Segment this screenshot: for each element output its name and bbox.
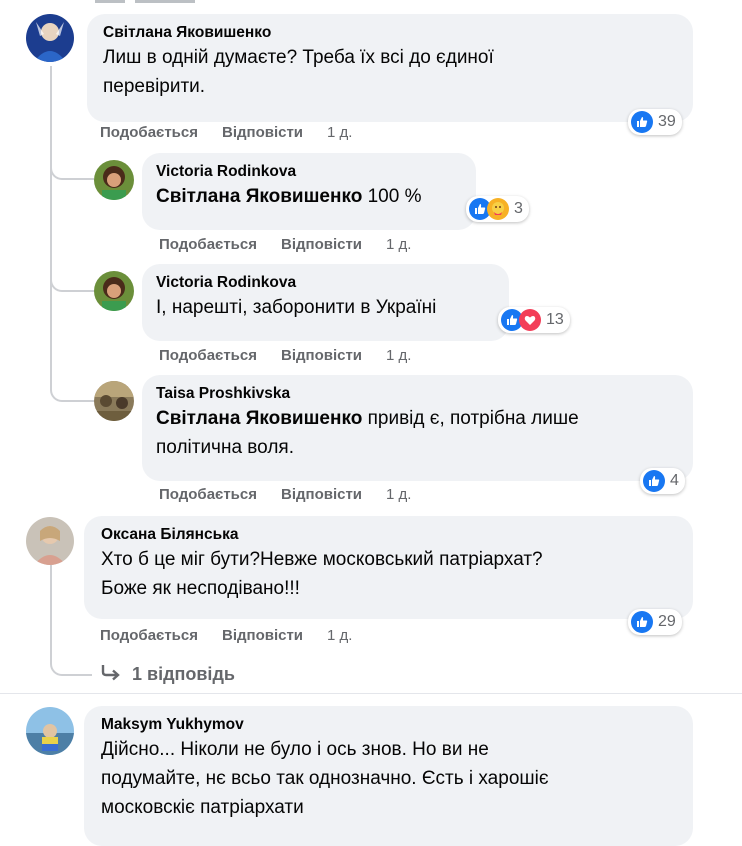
comment-bubble: Maksym Yukhymov Дійсно... Ніколи не було… bbox=[84, 706, 693, 846]
comment-bubble: Taisa Proshkivska Світлана Яковишенко пр… bbox=[142, 375, 693, 481]
reply-link[interactable]: Відповісти bbox=[281, 346, 362, 366]
like-link[interactable]: Подобається bbox=[100, 123, 198, 143]
timestamp[interactable]: 1 д. bbox=[386, 346, 411, 366]
reaction-summary[interactable]: 4 bbox=[640, 468, 685, 494]
thread-connector bbox=[50, 620, 92, 676]
comment-text: Дійсно... Ніколи не було і ось знов. Но … bbox=[101, 739, 489, 760]
avatar[interactable] bbox=[26, 707, 74, 755]
reply-arrow-icon bbox=[100, 663, 122, 686]
reaction-count: 39 bbox=[658, 113, 676, 130]
reply-link[interactable]: Відповісти bbox=[222, 626, 303, 646]
top-remnant bbox=[95, 0, 195, 4]
reaction-count: 3 bbox=[514, 200, 523, 217]
reply-link[interactable]: Відповісти bbox=[281, 235, 362, 255]
avatar[interactable] bbox=[94, 381, 134, 421]
timestamp[interactable]: 1 д. bbox=[386, 485, 411, 505]
comment-bubble: Victoria Rodinkova І, нарешті, заборонит… bbox=[142, 264, 509, 341]
like-link[interactable]: Подобається bbox=[159, 346, 257, 366]
reply-link[interactable]: Відповісти bbox=[281, 485, 362, 505]
comment-author[interactable]: Світлана Яковишенко bbox=[103, 23, 679, 43]
comment-author[interactable]: Victoria Rodinkova bbox=[156, 273, 495, 293]
comment-text: подумайте, нє всьо так однозначно. Єсть … bbox=[101, 768, 549, 789]
comment-actions: Подобається Відповісти 1 д. bbox=[159, 346, 411, 366]
reaction-count: 13 bbox=[546, 311, 564, 328]
comment-text: І, нарешті, заборонити в Україні bbox=[156, 297, 437, 318]
avatar[interactable] bbox=[94, 271, 134, 311]
comment-text: Боже як несподівано!!! bbox=[101, 578, 300, 599]
comment-text: Лиш в одній думаєте? Треба їх всі до єди… bbox=[103, 47, 494, 68]
avatar[interactable] bbox=[94, 160, 134, 200]
divider bbox=[0, 693, 742, 694]
comment-bubble: Світлана Яковишенко Лиш в одній думаєте?… bbox=[87, 14, 693, 122]
like-link[interactable]: Подобається bbox=[100, 626, 198, 646]
thread-connector bbox=[50, 180, 94, 292]
avatar[interactable] bbox=[26, 517, 74, 565]
timestamp[interactable]: 1 д. bbox=[386, 235, 411, 255]
comment-author[interactable]: Maksym Yukhymov bbox=[101, 715, 679, 735]
comment-actions: Подобається Відповісти 1 д. bbox=[100, 123, 352, 143]
mention-link[interactable]: Світлана Яковишенко bbox=[156, 408, 362, 429]
comment-bubble: Victoria Rodinkova Світлана Яковишенко 1… bbox=[142, 153, 476, 230]
comment-text: московскіє патріархати bbox=[101, 797, 304, 818]
comment-text: Світлана Яковишенко 100 % bbox=[156, 186, 422, 207]
comment-author[interactable]: Victoria Rodinkova bbox=[156, 162, 462, 182]
thread-connector bbox=[50, 292, 94, 402]
comment-actions: Подобається Відповісти 1 д. bbox=[159, 485, 411, 505]
comment-actions: Подобається Відповісти 1 д. bbox=[159, 235, 411, 255]
care-reaction-icon bbox=[487, 198, 509, 220]
like-reaction-icon bbox=[643, 470, 665, 492]
comment-text: Світлана Яковишенко привід є, потрібна л… bbox=[156, 408, 579, 429]
timestamp[interactable]: 1 д. bbox=[327, 123, 352, 143]
reaction-summary[interactable]: 29 bbox=[628, 609, 682, 635]
like-link[interactable]: Подобається bbox=[159, 235, 257, 255]
view-replies-label[interactable]: 1 відповідь bbox=[132, 664, 235, 685]
reply-link[interactable]: Відповісти bbox=[222, 123, 303, 143]
like-link[interactable]: Подобається bbox=[159, 485, 257, 505]
comment-text: Хто б це міг бути?Невже московський патр… bbox=[101, 549, 543, 570]
timestamp[interactable]: 1 д. bbox=[327, 626, 352, 646]
like-reaction-icon bbox=[631, 611, 653, 633]
comment-text: перевірити. bbox=[103, 76, 206, 97]
avatar[interactable] bbox=[26, 14, 74, 62]
love-reaction-icon bbox=[519, 309, 541, 331]
comment-text: політична воля. bbox=[156, 437, 294, 458]
comment-author[interactable]: Taisa Proshkivska bbox=[156, 384, 679, 404]
view-replies-link[interactable]: 1 відповідь bbox=[100, 663, 235, 686]
comment-bubble: Оксана Білянська Хто б це міг бути?Невже… bbox=[84, 516, 693, 619]
reaction-summary[interactable]: 3 bbox=[466, 196, 529, 222]
comment-actions: Подобається Відповісти 1 д. bbox=[100, 626, 352, 646]
mention-link[interactable]: Світлана Яковишенко bbox=[156, 186, 362, 207]
like-reaction-icon bbox=[631, 111, 653, 133]
comment-author[interactable]: Оксана Білянська bbox=[101, 525, 679, 545]
reaction-count: 29 bbox=[658, 613, 676, 630]
reaction-count: 4 bbox=[670, 472, 679, 489]
reaction-summary[interactable]: 13 bbox=[498, 307, 570, 333]
reaction-summary[interactable]: 39 bbox=[628, 109, 682, 135]
